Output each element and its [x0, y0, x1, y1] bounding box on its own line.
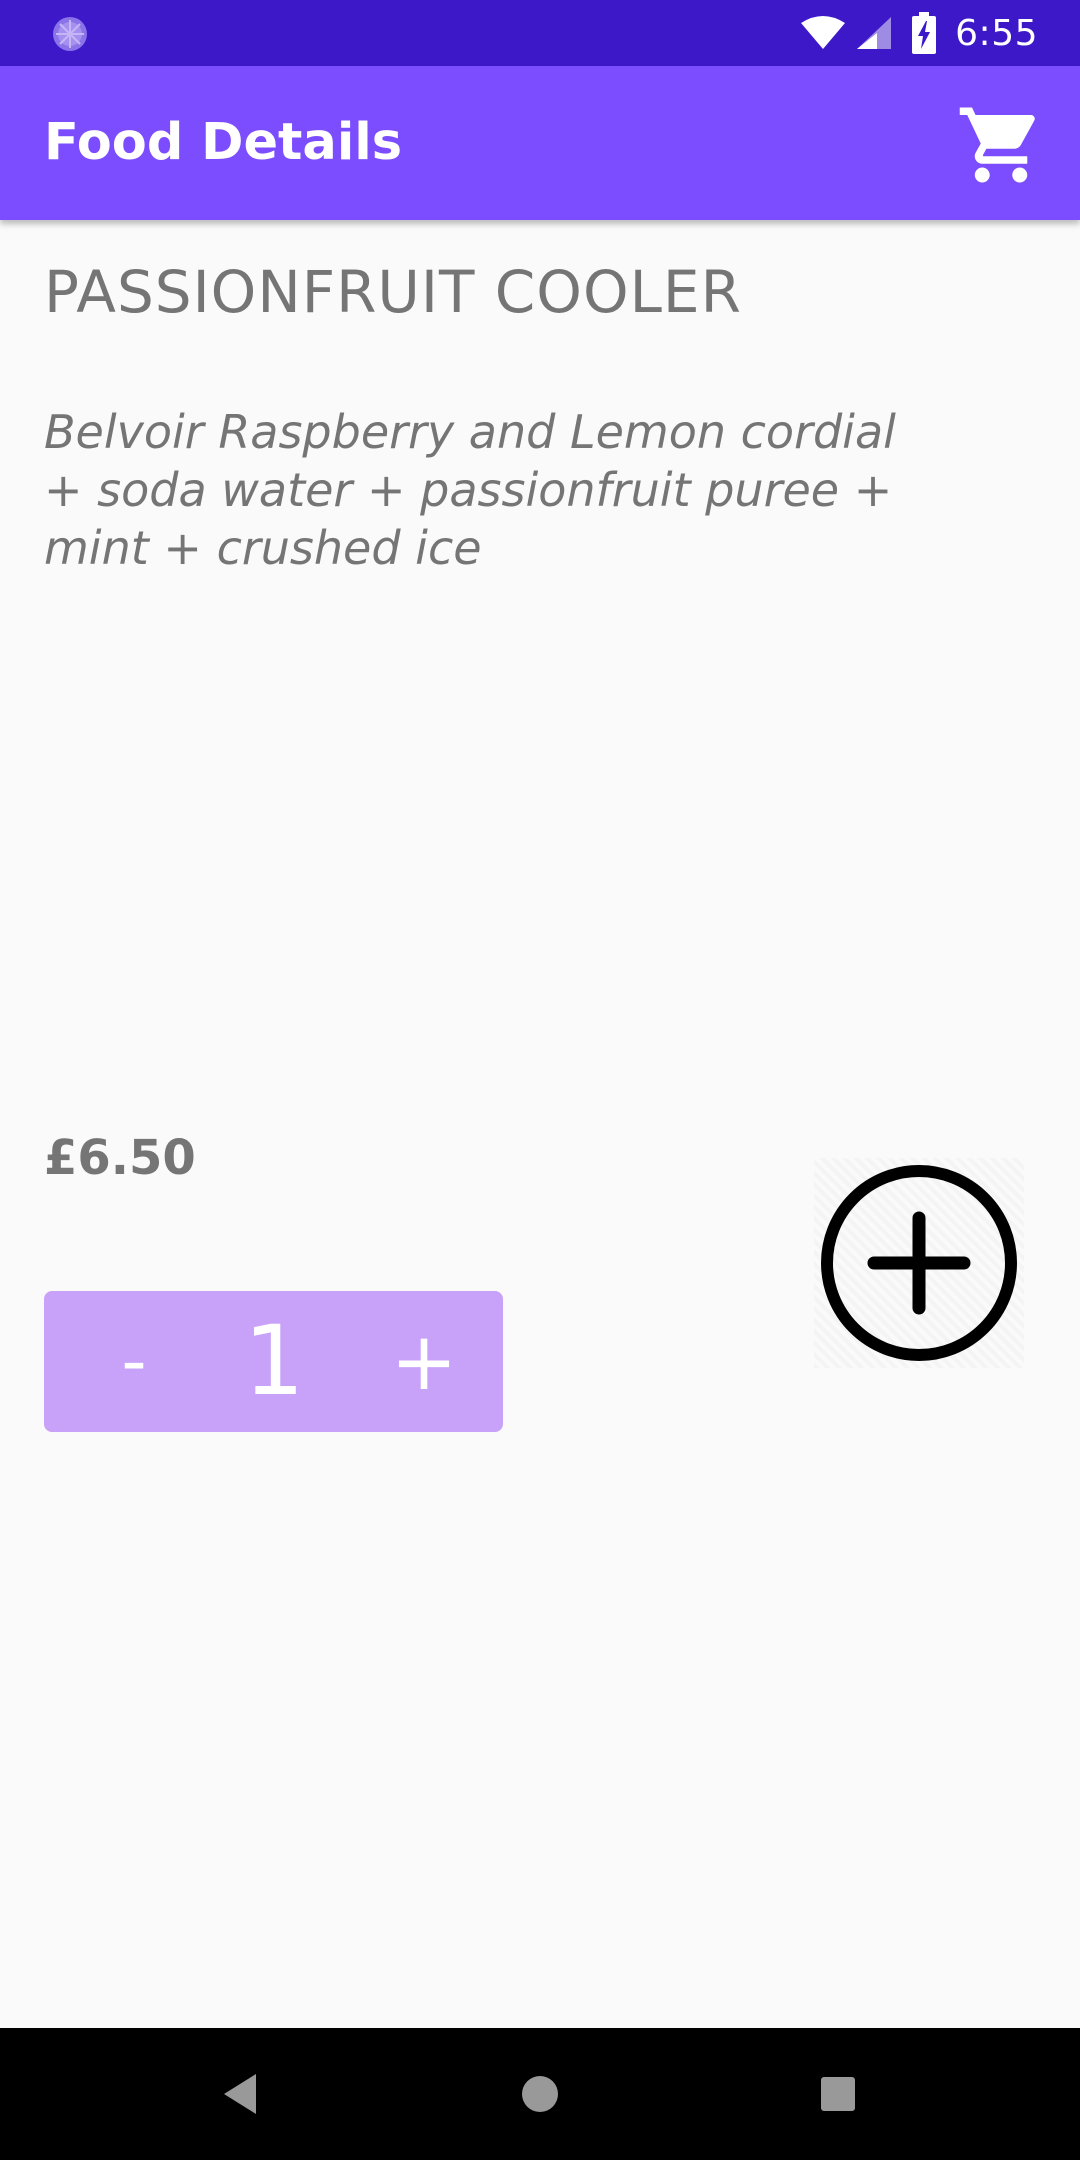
wifi-icon: [799, 15, 847, 51]
food-price: £6.50: [44, 1130, 196, 1186]
quantity-value: 1: [243, 1305, 305, 1417]
add-circle-icon: [821, 1165, 1017, 1361]
add-to-cart-button[interactable]: [814, 1158, 1024, 1368]
recents-icon: [821, 2077, 855, 2111]
cell-signal-icon: [855, 15, 893, 51]
increase-quantity-button[interactable]: +: [384, 1291, 464, 1432]
status-icons: 6:55: [799, 0, 1038, 66]
cart-button[interactable]: [956, 100, 1046, 190]
back-button[interactable]: [214, 2066, 270, 2122]
page-title: Food Details: [44, 113, 403, 172]
quantity-stepper: - 1 +: [44, 1291, 503, 1432]
status-bar: 6:55: [0, 0, 1080, 66]
home-icon: [522, 2076, 558, 2112]
app-notification-icon: [50, 14, 90, 54]
battery-charging-icon: [911, 12, 937, 54]
decrease-quantity-button[interactable]: -: [94, 1291, 174, 1432]
back-icon: [224, 2074, 256, 2114]
home-button[interactable]: [512, 2066, 568, 2122]
food-description: Belvoir Raspberry and Lemon cordial + so…: [44, 405, 896, 575]
app-bar: Food Details: [0, 66, 1080, 220]
navigation-bar: [0, 2028, 1080, 2160]
recents-button[interactable]: [810, 2066, 866, 2122]
status-time: 6:55: [955, 12, 1038, 54]
food-name: PASSIONFRUIT COOLER: [44, 258, 742, 326]
shopping-cart-icon: [959, 107, 1035, 183]
